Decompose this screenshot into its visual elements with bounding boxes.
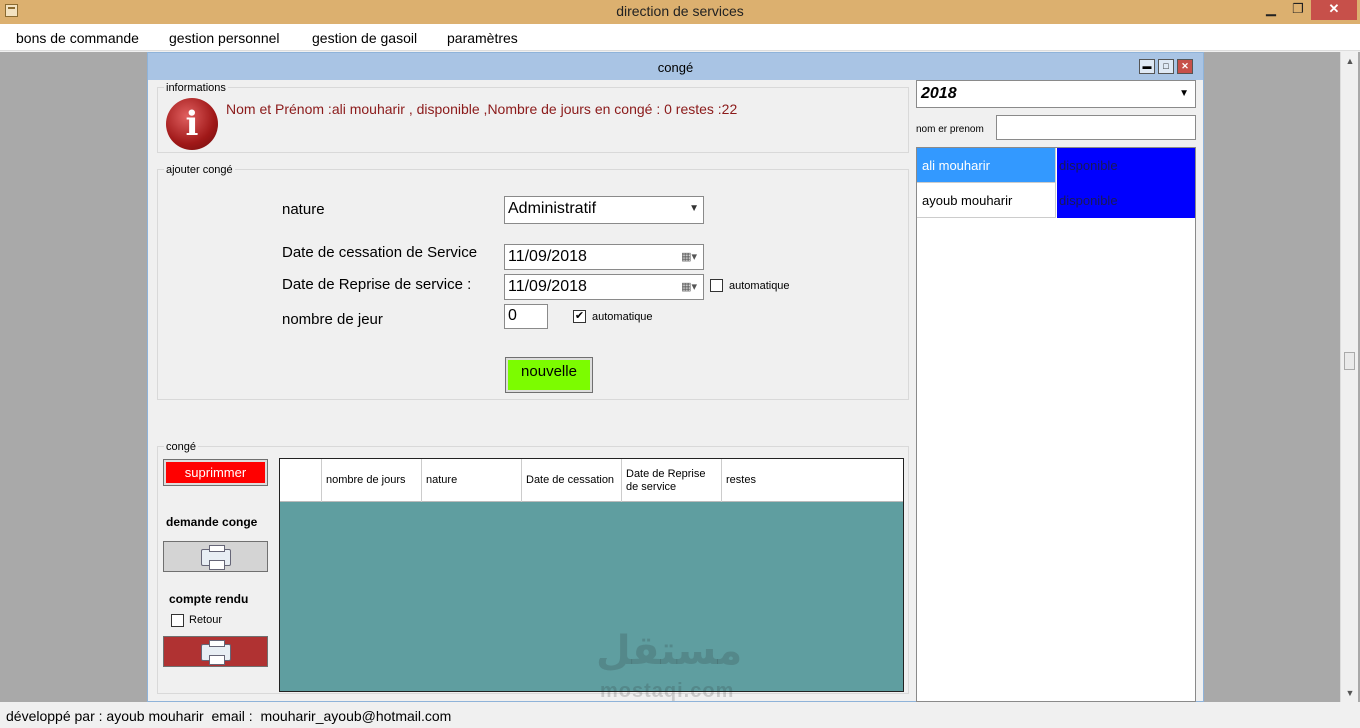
ajouter-conge-legend: ajouter congé: [164, 164, 235, 176]
retour-label: Retour: [189, 614, 223, 626]
scroll-thumb[interactable]: [1344, 352, 1355, 370]
chevron-down-icon: ▼: [689, 203, 699, 214]
year-select[interactable]: 2018 ▼: [916, 80, 1196, 108]
window-title-bar: direction de services ▁ ❐ ✕: [0, 0, 1360, 24]
informations-legend: informations: [164, 82, 228, 94]
search-input[interactable]: [996, 115, 1196, 140]
chevron-down-icon: ▼: [1179, 88, 1189, 99]
grid-header: nombre de jours nature Date de cessation…: [280, 459, 903, 502]
employee-name: ali mouharir: [917, 148, 1056, 183]
nature-select[interactable]: Administratif ▼: [504, 196, 704, 224]
list-item[interactable]: ayoub mouharir disponible: [917, 183, 1195, 218]
demande-conge-label: demande conge: [166, 515, 258, 529]
calendar-icon[interactable]: ▦▾: [681, 275, 697, 299]
employee-status: disponible: [1057, 183, 1195, 218]
supprimer-button-label: suprimmer: [166, 462, 265, 483]
calendar-icon[interactable]: ▦▾: [681, 245, 697, 269]
employee-list[interactable]: ali mouharir disponible ayoub mouharir d…: [916, 147, 1196, 702]
conge-window-title: congé: [657, 60, 694, 75]
child-minimize-button[interactable]: ▬: [1139, 59, 1155, 74]
printer-icon: [201, 545, 231, 570]
nature-label: nature: [282, 201, 325, 218]
conge-window-title-bar: congé ▬ □ ✕: [148, 53, 1203, 80]
reprise-label: Date de Reprise de service :: [282, 276, 472, 293]
vertical-scrollbar[interactable]: ▲ ▼: [1340, 52, 1358, 702]
info-icon: i: [166, 98, 218, 150]
print-demande-button[interactable]: [163, 541, 268, 572]
employee-info-text: Nom et Prénom :ali mouharir , disponible…: [226, 101, 738, 117]
print-compte-rendu-button[interactable]: [163, 636, 268, 667]
column-header-restes[interactable]: restes: [721, 459, 903, 502]
cessation-date-picker[interactable]: 11/09/2018 ▦▾: [504, 244, 704, 270]
column-header-nature[interactable]: nature: [421, 459, 521, 502]
column-header-nombre-de-jours[interactable]: nombre de jours: [321, 459, 421, 502]
compte-rendu-label: compte rendu: [169, 592, 249, 606]
window-title: direction de services: [616, 3, 744, 19]
supprimer-button[interactable]: suprimmer: [163, 459, 268, 486]
cessation-date-value: 11/09/2018: [508, 248, 587, 265]
nb-jours-label: nombre de jeur: [282, 311, 383, 328]
cessation-label: Date de cessation de Service: [282, 244, 478, 261]
menu-gestion-personnel[interactable]: gestion personnel: [169, 30, 280, 46]
close-button[interactable]: ✕: [1311, 0, 1357, 20]
nb-auto-checkbox[interactable]: ✔: [573, 310, 586, 323]
nb-jours-input[interactable]: 0: [504, 304, 548, 329]
menu-bons-de-commande[interactable]: bons de commande: [16, 30, 139, 46]
reprise-auto-label: automatique: [729, 280, 790, 292]
informations-group: informations: [157, 82, 909, 153]
menu-bar: bons de commande gestion personnel gesti…: [0, 24, 1360, 51]
watermark-latin: mostaqi.com: [600, 680, 735, 702]
menu-parametres[interactable]: paramètres: [447, 30, 518, 46]
conge-data-grid[interactable]: nombre de jours nature Date de cessation…: [279, 458, 904, 692]
retour-checkbox[interactable]: [171, 614, 184, 627]
search-label: nom er prenom: [916, 124, 984, 135]
menu-gestion-de-gasoil[interactable]: gestion de gasoil: [312, 30, 417, 46]
reprise-date-picker[interactable]: 11/09/2018 ▦▾: [504, 274, 704, 300]
minimize-button[interactable]: ▁: [1257, 0, 1285, 20]
scroll-down-icon[interactable]: ▼: [1341, 684, 1359, 702]
status-bar: développé par : ayoub mouharir email : m…: [0, 702, 1360, 728]
nb-auto-label: automatique: [592, 311, 653, 323]
checkmark-icon: ✔: [574, 310, 585, 322]
employee-name: ayoub mouharir: [917, 183, 1056, 218]
column-header-date-reprise[interactable]: Date de Reprise de service: [621, 459, 721, 502]
year-select-value: 2018: [921, 85, 957, 102]
scroll-up-icon[interactable]: ▲: [1341, 52, 1359, 70]
employee-status: disponible: [1057, 148, 1195, 183]
list-item[interactable]: ali mouharir disponible: [917, 148, 1195, 183]
conge-legend: congé: [164, 441, 198, 453]
watermark-arabic: مستقل: [596, 628, 743, 674]
nouvelle-button-label: nouvelle: [508, 360, 590, 390]
printer-icon: [201, 640, 231, 665]
child-close-button[interactable]: ✕: [1177, 59, 1193, 74]
nature-select-value: Administratif: [508, 200, 597, 217]
reprise-auto-checkbox[interactable]: [710, 279, 723, 292]
reprise-date-value: 11/09/2018: [508, 278, 587, 295]
developer-credit: développé par : ayoub mouharir email : m…: [6, 708, 452, 724]
nouvelle-button[interactable]: nouvelle: [505, 357, 593, 393]
column-header-date-cessation[interactable]: Date de cessation: [521, 459, 621, 502]
watermark-logo: مستقل mostaqi.com: [596, 628, 743, 702]
child-maximize-button[interactable]: □: [1158, 59, 1174, 74]
restore-button[interactable]: ❐: [1285, 0, 1311, 20]
